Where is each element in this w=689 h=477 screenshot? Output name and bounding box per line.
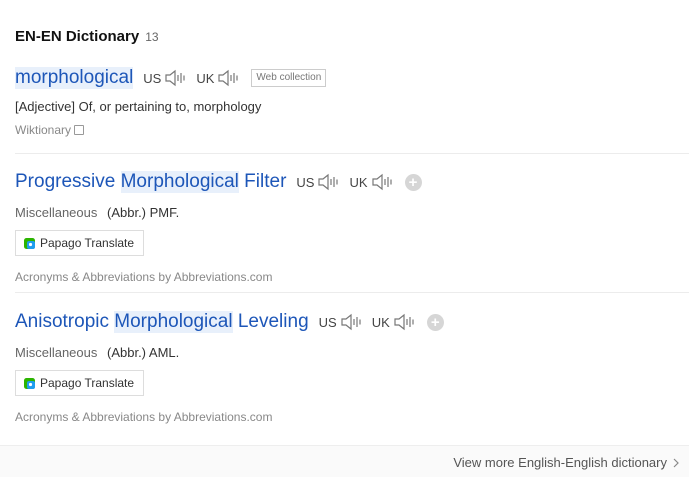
speaker-icon[interactable] (217, 69, 241, 87)
pron-uk: UK (349, 173, 394, 191)
word-highlight: Morphological (114, 311, 233, 333)
source-label[interactable]: Wiktionary (15, 123, 71, 137)
entry-source[interactable]: Acronyms & Abbreviations by Abbreviation… (15, 270, 689, 284)
entry-divider (15, 292, 689, 293)
papago-translate-label: Papago Translate (40, 376, 135, 390)
entry-word-link[interactable]: morphological (15, 67, 134, 89)
entry-headline: Anisotropic Morphological Leveling US UK… (15, 310, 689, 334)
pron-uk-label: UK (196, 70, 215, 86)
entry-definition: [Adjective] Of, or pertaining to, morpho… (15, 99, 262, 114)
entry-anisotropic-morphological-leveling: Anisotropic Morphological Leveling US UK… (15, 310, 689, 424)
word-suffix: Filter (238, 171, 287, 192)
speaker-icon[interactable] (371, 173, 395, 191)
entry-source: Wiktionary (15, 123, 689, 137)
pron-uk-label: UK (349, 174, 368, 190)
entry-category: Miscellaneous (15, 205, 98, 220)
entry-category: Miscellaneous (15, 345, 98, 360)
entry-definition: (Abbr.) PMF. (107, 205, 180, 220)
dictionary-panel: EN-EN Dictionary 13 morphological US UK … (0, 0, 689, 477)
pron-uk: UK (372, 313, 417, 331)
dictionary-footer: View more English-English dictionary (0, 445, 689, 477)
chevron-right-icon (673, 458, 679, 467)
entry-headline: morphological US UK Web collection (15, 66, 689, 90)
speaker-icon[interactable] (164, 69, 188, 87)
speaker-icon[interactable] (393, 313, 417, 331)
word-highlight: Morphological (120, 171, 239, 193)
word-prefix: Anisotropic (15, 311, 115, 332)
speaker-icon[interactable] (340, 313, 364, 331)
entry-divider (15, 153, 689, 154)
pron-us: US (319, 313, 364, 331)
papago-logo-icon (24, 377, 35, 389)
view-more-link[interactable]: View more English-English dictionary (453, 455, 679, 470)
word-suffix: Leveling (232, 311, 309, 332)
entry-source[interactable]: Acronyms & Abbreviations by Abbreviation… (15, 410, 689, 424)
entry-headline: Progressive Morphological Filter US UK + (15, 170, 689, 194)
entry-progressive-morphological-filter: Progressive Morphological Filter US UK +… (15, 170, 689, 284)
entry-morphological: morphological US UK Web collection [Adje… (15, 66, 689, 137)
entry-meaning: Miscellaneous (Abbr.) AML. (15, 345, 689, 360)
pron-uk-label: UK (371, 314, 390, 330)
dictionary-header: EN-EN Dictionary 13 (15, 28, 159, 45)
view-more-label: View more English-English dictionary (453, 455, 667, 470)
papago-translate-button[interactable]: Papago Translate (15, 230, 145, 256)
result-count: 13 (145, 30, 159, 44)
entry-word-link[interactable]: Anisotropic Morphological Leveling (15, 311, 309, 333)
add-to-wordbook-icon[interactable]: + (404, 173, 422, 191)
external-link-icon[interactable] (74, 125, 85, 135)
papago-translate-label: Papago Translate (40, 236, 135, 250)
papago-translate-button[interactable]: Papago Translate (15, 370, 145, 396)
pron-us-label: US (318, 314, 337, 330)
pron-uk: UK (196, 69, 241, 87)
web-collection-badge: Web collection (251, 69, 327, 87)
entry-definition: (Abbr.) AML. (107, 345, 180, 360)
add-to-wordbook-icon[interactable]: + (426, 313, 444, 331)
word-prefix: Progressive (15, 171, 121, 192)
entry-meaning: Miscellaneous (Abbr.) PMF. (15, 205, 689, 220)
pron-us: US (143, 69, 188, 87)
papago-logo-icon (24, 237, 35, 249)
entry-word-link[interactable]: Progressive Morphological Filter (15, 171, 286, 193)
dictionary-title: EN-EN Dictionary (15, 28, 140, 45)
pron-us-label: US (296, 174, 315, 190)
pron-us-label: US (143, 70, 162, 86)
pron-us: US (296, 173, 341, 191)
speaker-icon[interactable] (317, 173, 341, 191)
